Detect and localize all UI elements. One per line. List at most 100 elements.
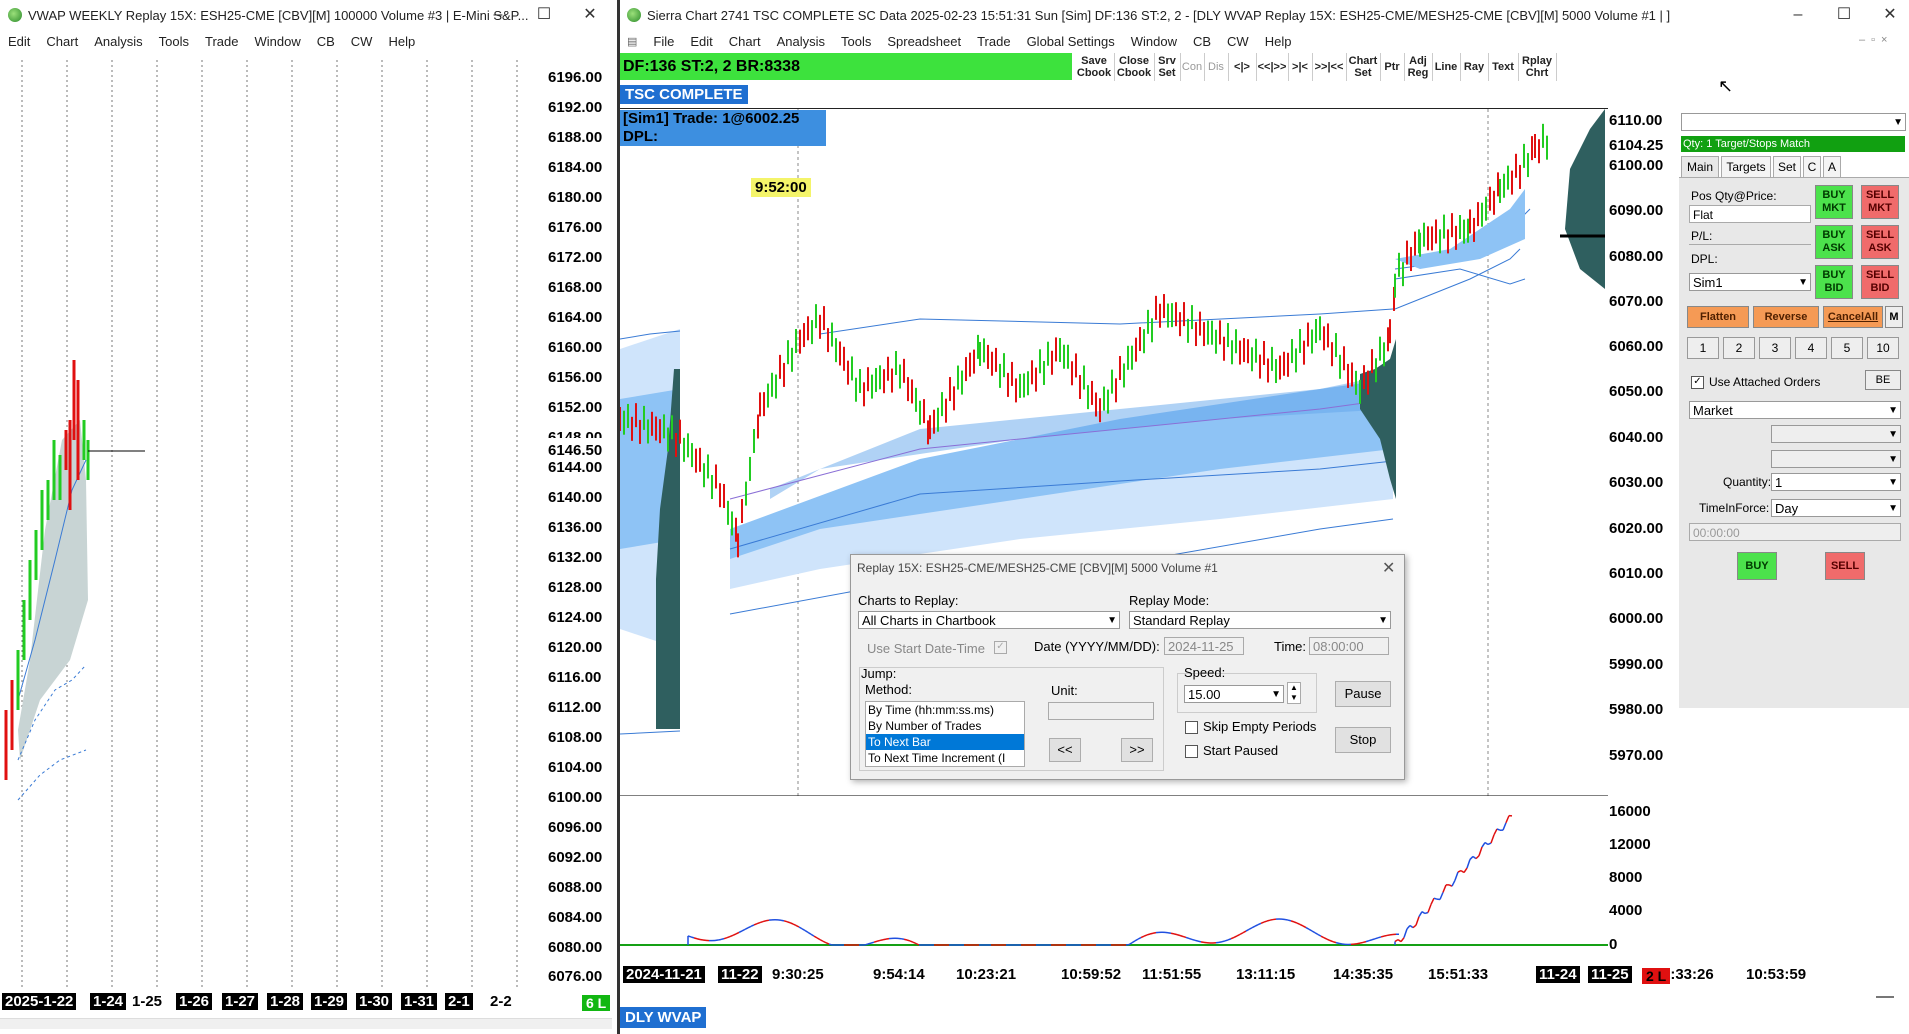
toolbar-button-9[interactable]: Chart Set [1346,53,1381,81]
unit-field[interactable] [1048,702,1154,720]
toolbar-button-10[interactable]: Ptr [1380,53,1405,81]
trade-tab-c[interactable]: C [1803,156,1821,178]
minimize-icon[interactable]: – [475,0,521,30]
order-type-select[interactable]: Market ▼ [1689,401,1901,419]
trade-tab-main[interactable]: Main [1681,156,1719,178]
toolbar-button-12[interactable]: Line [1432,53,1461,81]
menu-chart[interactable]: Chart [721,34,769,49]
menu-spreadsheet[interactable]: Spreadsheet [879,34,969,49]
price1-select[interactable]: ▼ [1771,425,1901,443]
toolbar-button-8[interactable]: >>|<< [1312,53,1347,81]
flatten-button[interactable]: Flatten [1687,306,1749,328]
speed-spinner-icon[interactable]: ▲ ▼ [1287,682,1301,704]
menu-analysis[interactable]: Analysis [769,34,833,49]
qty-button-3[interactable]: 3 [1759,337,1791,359]
method-option[interactable]: By Number of Trades [866,718,1024,734]
menu-tools[interactable]: Tools [151,34,197,49]
maximize-icon[interactable]: ☐ [1821,0,1867,30]
time-field[interactable]: 08:00:00 [1309,637,1389,655]
jump-forward-button[interactable]: >> [1121,738,1153,762]
toolbar-button-14[interactable]: Text [1488,53,1519,81]
skip-empty-checkbox[interactable] [1185,721,1198,734]
minimize-icon[interactable]: – [1775,0,1821,30]
menu-cb[interactable]: CB [309,34,343,49]
tif-select[interactable]: Day ▼ [1771,499,1901,517]
menu-tools[interactable]: Tools [833,34,879,49]
toolbar-button-7[interactable]: >|< [1288,53,1313,81]
menu-help[interactable]: Help [380,34,423,49]
toolbar-button-13[interactable]: Ray [1460,53,1489,81]
left-scrollbar[interactable] [0,1018,612,1029]
qty-button-4[interactable]: 4 [1795,337,1827,359]
sell-bid-button[interactable]: SELL BID [1861,265,1899,299]
trade-tab-a[interactable]: A [1823,156,1841,178]
replay-mode-select[interactable]: Standard Replay ▼ [1129,611,1391,629]
account-select[interactable]: Sim1 ▼ [1689,273,1811,291]
toolbar-button-4[interactable]: Dis [1204,53,1229,81]
buy-button[interactable]: BUY [1737,552,1777,580]
menu-cw[interactable]: CW [343,34,381,49]
sell-button[interactable]: SELL [1825,552,1865,580]
menu-trade[interactable]: Trade [197,34,246,49]
menu-file[interactable]: File [645,34,682,49]
trade-tab-targets[interactable]: Targets [1721,156,1771,178]
qty-button-1[interactable]: 1 [1687,337,1719,359]
qty-button-10[interactable]: 10 [1867,337,1899,359]
close-icon[interactable]: ✕ [1867,0,1909,30]
method-list[interactable]: By Time (hh:mm:ss.ms) By Number of Trades… [865,701,1025,767]
buy-bid-button[interactable]: BUY BID [1815,265,1853,299]
sell-ask-button[interactable]: SELL ASK [1861,225,1899,259]
left-title-bar[interactable]: VWAP WEEKLY Replay 15X: ESH25-CME [CBV][… [0,0,617,30]
stop-button[interactable]: Stop [1335,727,1391,753]
use-start-checkbox[interactable]: ✓ [994,641,1007,654]
maximize-icon[interactable]: ☐ [521,0,567,30]
trade-tab-set[interactable]: Set [1773,156,1801,178]
qty-button-5[interactable]: 5 [1831,337,1863,359]
toolbar-button-2[interactable]: Srv Set [1154,53,1181,81]
start-paused-checkbox[interactable] [1185,745,1198,758]
date-field[interactable]: 2024-11-25 [1164,637,1244,655]
menu-trade[interactable]: Trade [969,34,1018,49]
close-icon[interactable]: ✕ [567,0,613,30]
toolbar-button-1[interactable]: Close Cbook [1114,53,1155,81]
toolbar-button-0[interactable]: Save Cbook [1074,53,1115,81]
method-option[interactable]: By Time (hh:mm:ss.ms) [866,702,1024,718]
menu-edit[interactable]: Edit [682,34,720,49]
toolbar-button-3[interactable]: Con [1180,53,1205,81]
buy-market-button[interactable]: BUY MKT [1815,185,1853,219]
volume-delta-segment [756,921,761,925]
symbol-combo[interactable]: ▼ [1681,113,1906,131]
qty-button-2[interactable]: 2 [1723,337,1755,359]
menu-chart[interactable]: Chart [38,34,86,49]
jump-back-button[interactable]: << [1049,738,1081,762]
menu-analysis[interactable]: Analysis [86,34,150,49]
menu-window[interactable]: Window [246,34,308,49]
charts-to-replay-select[interactable]: All Charts in Chartbook ▼ [858,611,1120,629]
attached-orders-checkbox[interactable]: ✓ [1691,375,1704,389]
toolbar-button-15[interactable]: Rplay Chrt [1518,53,1557,81]
volume-delta-segment [1182,935,1187,939]
reverse-button[interactable]: Reverse [1753,306,1819,328]
sell-market-button[interactable]: SELL MKT [1861,185,1899,219]
price2-select[interactable]: ▼ [1771,450,1901,468]
menu-edit[interactable]: Edit [0,34,38,49]
dialog-close-icon[interactable]: ✕ [1382,558,1395,578]
pause-button[interactable]: Pause [1335,681,1391,707]
toolbar-button-5[interactable]: <|> [1228,53,1257,81]
speed-select[interactable]: 15.00 ▼ [1184,685,1284,703]
volume-delta-chart[interactable] [620,797,1608,967]
left-price-chart[interactable] [0,60,545,990]
mdi-window-controls[interactable]: –▫× [1859,34,1893,46]
quantity-select[interactable]: 1 ▼ [1771,473,1901,491]
toolbar-button-6[interactable]: <<|>> [1256,53,1289,81]
cancel-all-button[interactable]: CancelAll [1823,306,1883,328]
method-option[interactable]: To Next Time Increment (I [866,750,1024,766]
be-button[interactable]: BE [1865,370,1901,390]
document-icon[interactable]: ▤ [619,35,645,48]
m-button[interactable]: M [1885,306,1903,328]
time-field[interactable]: 00:00:00 [1689,523,1901,541]
toolbar-button-11[interactable]: Adj Reg [1404,53,1433,81]
buy-ask-button[interactable]: BUY ASK [1815,225,1853,259]
main-price-label: 6100.00 [1609,157,1664,174]
method-option[interactable]: To Next Bar [866,734,1024,750]
